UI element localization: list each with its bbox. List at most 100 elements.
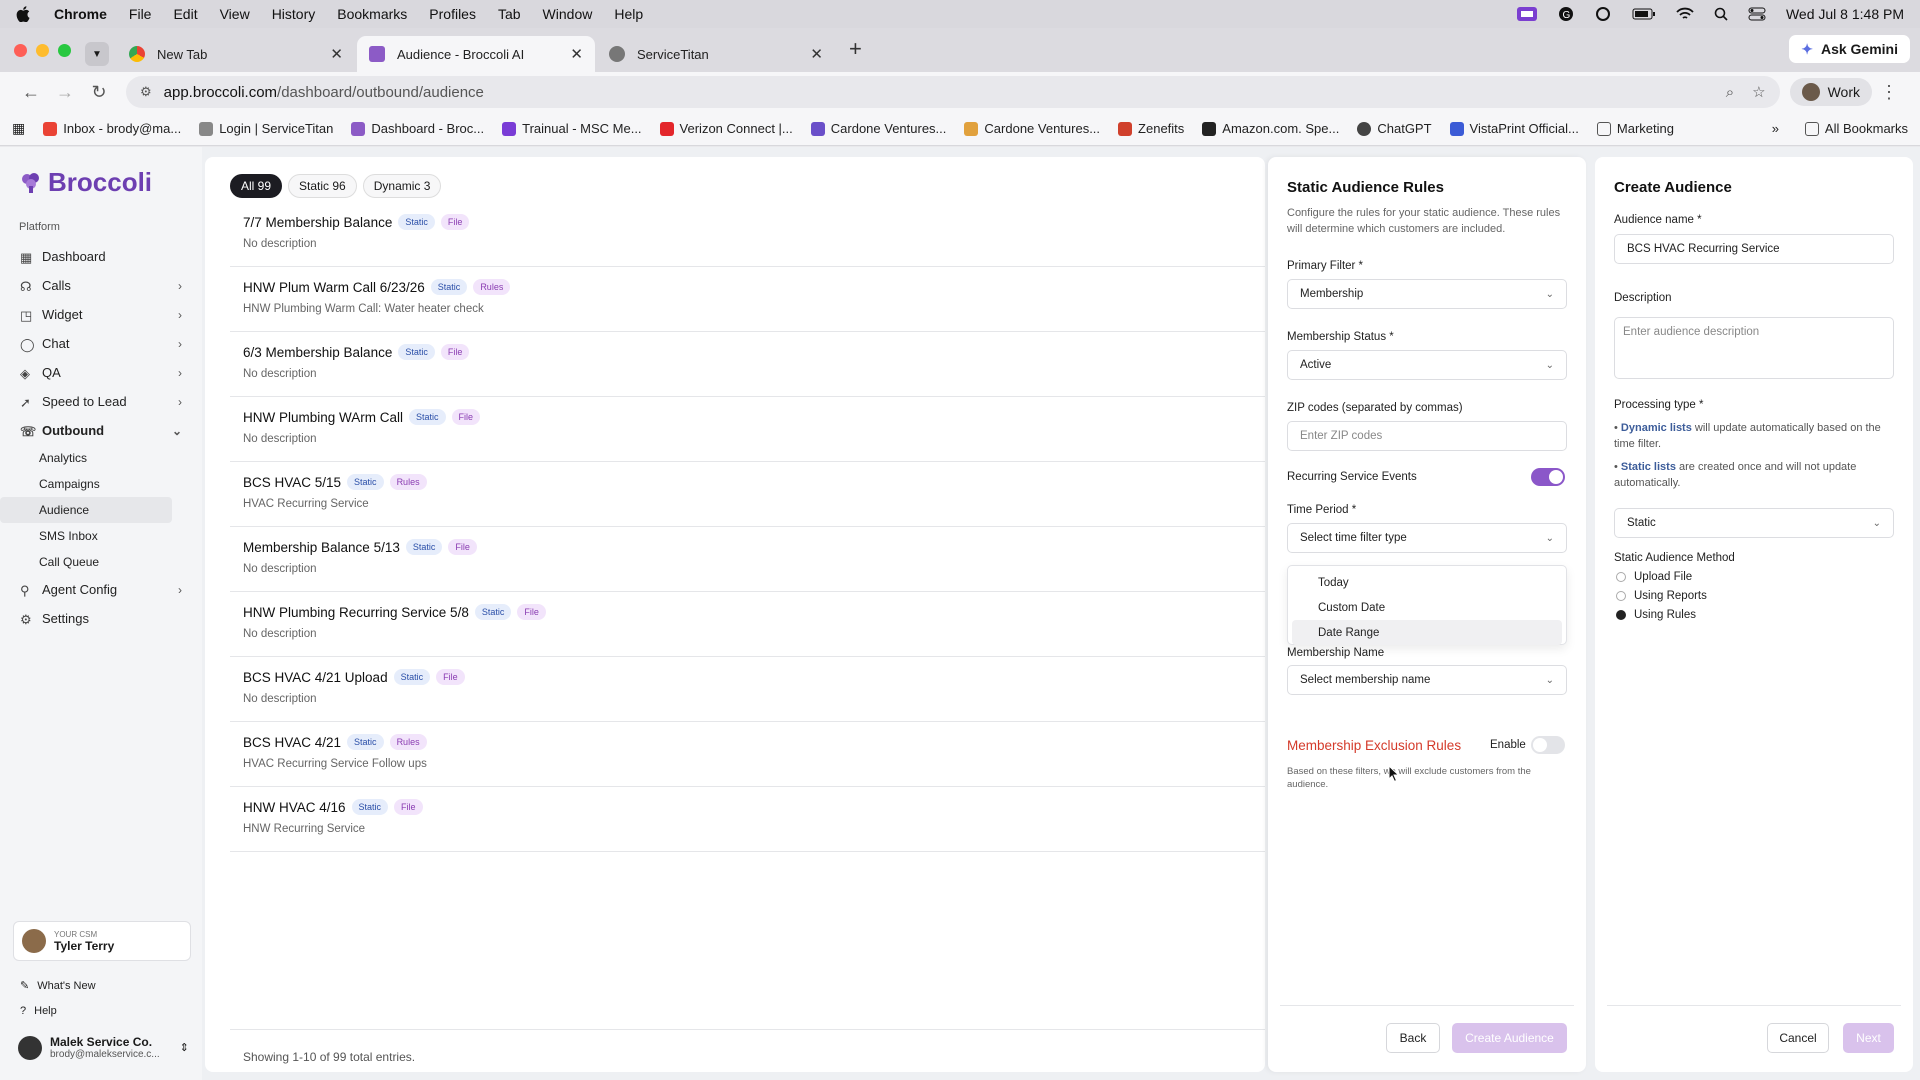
account-switcher[interactable]: Malek Service Co. brody@malekservice.c..… (18, 1035, 189, 1060)
audience-row[interactable]: BCS HVAC 5/15 Static Rules HVAC Recurring S… (230, 462, 1265, 527)
audience-name-input[interactable]: BCS HVAC Recurring Service (1614, 234, 1894, 264)
menu-bookmarks[interactable]: Bookmarks (337, 6, 407, 22)
reload-icon[interactable]: ↻ (82, 82, 116, 103)
menu-edit[interactable]: Edit (173, 6, 197, 22)
close-window-button[interactable] (14, 44, 27, 57)
exclusion-enable-toggle[interactable] (1531, 736, 1565, 754)
audience-row[interactable]: HNW HVAC 4/16 Static File HNW Recurring Ser… (230, 787, 1265, 852)
bookmark-star-icon[interactable]: ☆ (1752, 83, 1765, 101)
filter-all[interactable]: All 99 (230, 174, 283, 198)
audience-name[interactable]: HNW HVAC 4/16 (243, 800, 346, 815)
sidebar-subitem-analytics[interactable]: Analytics (0, 445, 202, 471)
menu-tab[interactable]: Tab (498, 6, 521, 22)
processing-type-select[interactable]: Static ⌄ (1614, 508, 1894, 538)
primary-filter-select[interactable]: Membership ⌄ (1287, 279, 1567, 309)
bookmark-item[interactable]: Inbox - brody@ma... (43, 121, 181, 136)
profile-button[interactable]: Work (1789, 78, 1872, 106)
audience-row[interactable]: BCS HVAC 4/21 Static Rules HVAC Recurring S… (230, 722, 1265, 787)
audience-row[interactable]: Membership Balance 5/13 Static File No desc… (230, 527, 1265, 592)
zoom-icon[interactable]: ⌕ (1726, 84, 1734, 101)
more-menu-icon[interactable]: ⋮ (1872, 82, 1906, 103)
help-link[interactable]: ? Help (20, 1005, 57, 1017)
audience-row[interactable]: HNW Plumbing Recurring Service 5/8 Static… (230, 592, 1265, 657)
sidebar-item-outbound[interactable]: ☏ Outbound ⌄ (0, 416, 202, 445)
tab-new-tab[interactable]: New Tab ✕ (117, 36, 355, 72)
sidebar-item-widget[interactable]: ◳ Widget › (0, 300, 202, 329)
csm-card[interactable]: YOUR CSM Tyler Terry (13, 921, 191, 961)
screen-share-icon[interactable] (1516, 6, 1538, 22)
radio-using-rules[interactable]: Using Rules (1616, 609, 1696, 621)
audience-row[interactable]: HNW Plumbing WArm Call Static File No descr… (230, 397, 1265, 462)
broccoli-logo[interactable]: Broccoli (20, 167, 152, 198)
grammarly-icon[interactable]: G (1558, 6, 1574, 22)
audience-row[interactable]: 6/3 Membership Balance Static File No descr… (230, 332, 1265, 397)
bookmark-item[interactable]: Zenefits (1118, 121, 1184, 136)
tab-search-button[interactable]: ▼ (85, 42, 109, 66)
sidebar-item-calls[interactable]: ☊ Calls › (0, 271, 202, 300)
audience-row[interactable]: HNW Plum Warm Call 6/23/26 Static Rules HNW… (230, 267, 1265, 332)
filter-static[interactable]: Static 96 (288, 174, 357, 198)
battery-icon[interactable] (1632, 8, 1656, 20)
wifi-icon[interactable] (1676, 7, 1694, 21)
tab-servicetitan[interactable]: ServiceTitan ✕ (597, 36, 835, 72)
recurring-events-toggle[interactable] (1531, 468, 1565, 486)
sidebar-item-chat[interactable]: ◯ Chat › (0, 329, 202, 358)
menu-window[interactable]: Window (543, 6, 593, 22)
menu-help[interactable]: Help (614, 6, 643, 22)
audience-name[interactable]: HNW Plumbing WArm Call (243, 410, 403, 425)
sidebar-subitem-sms-inbox[interactable]: SMS Inbox (0, 523, 202, 549)
zip-codes-input[interactable]: Enter ZIP codes (1287, 421, 1567, 451)
menu-history[interactable]: History (272, 6, 316, 22)
bookmark-folder[interactable]: Marketing (1596, 121, 1674, 136)
bookmark-item[interactable]: Cardone Ventures... (810, 121, 946, 136)
control-center-icon[interactable] (1748, 7, 1766, 21)
option-today[interactable]: Today (1292, 570, 1562, 595)
audience-row[interactable]: 7/7 Membership Balance Static File No descr… (230, 202, 1265, 267)
audience-row[interactable]: BCS HVAC 4/21 Upload Static File No descrip… (230, 657, 1265, 722)
audience-name[interactable]: BCS HVAC 4/21 (243, 735, 341, 750)
bookmark-item[interactable]: Login | ServiceTitan (199, 121, 333, 136)
sync-icon[interactable] (1594, 6, 1612, 22)
audience-name[interactable]: 6/3 Membership Balance (243, 345, 392, 360)
cancel-button[interactable]: Cancel (1767, 1023, 1829, 1053)
bookmark-item[interactable]: Trainual - MSC Me... (502, 121, 642, 136)
filter-dynamic[interactable]: Dynamic 3 (362, 174, 442, 198)
sidebar-subitem-campaigns[interactable]: Campaigns (0, 471, 202, 497)
forward-arrow-icon[interactable]: → (48, 82, 82, 103)
option-custom-date[interactable]: Custom Date (1292, 595, 1562, 620)
bookmark-item[interactable]: Cardone Ventures... (964, 121, 1100, 136)
sidebar-item-dashboard[interactable]: ▦ Dashboard (0, 242, 202, 271)
sidebar-subitem-audience[interactable]: Audience (0, 497, 172, 523)
menu-file[interactable]: File (129, 6, 152, 22)
back-arrow-icon[interactable]: ← (14, 82, 48, 103)
description-textarea[interactable]: Enter audience description (1614, 317, 1894, 379)
whats-new-link[interactable]: ✎ What's New (20, 979, 96, 993)
bookmark-item[interactable]: VistaPrint Official... (1449, 121, 1579, 136)
bookmark-item[interactable]: Verizon Connect |... (659, 121, 793, 136)
audience-name[interactable]: 7/7 Membership Balance (243, 215, 392, 230)
close-tab-icon[interactable]: ✕ (810, 45, 823, 63)
menu-view[interactable]: View (220, 6, 250, 22)
sidebar-subitem-call-queue[interactable]: Call Queue (0, 549, 202, 575)
audience-name[interactable]: HNW Plum Warm Call 6/23/26 (243, 280, 425, 295)
zoom-window-button[interactable] (58, 44, 71, 57)
back-button[interactable]: Back (1386, 1023, 1440, 1053)
menubar-clock[interactable]: Wed Jul 8 1:48 PM (1786, 6, 1904, 22)
spotlight-icon[interactable] (1714, 7, 1728, 21)
bookmark-item[interactable]: ChatGPT (1357, 121, 1432, 136)
create-audience-button[interactable]: Create Audience (1452, 1023, 1567, 1053)
site-info-icon[interactable]: ⚙ (140, 84, 152, 100)
radio-using-reports[interactable]: Using Reports (1616, 590, 1707, 602)
ask-gemini-button[interactable]: ✦ Ask Gemini (1789, 35, 1910, 63)
close-tab-icon[interactable]: ✕ (570, 45, 583, 63)
option-date-range[interactable]: Date Range (1292, 620, 1562, 645)
bookmark-item[interactable]: Amazon.com. Spe... (1202, 121, 1339, 136)
audience-name[interactable]: Membership Balance 5/13 (243, 540, 400, 555)
more-bookmarks-icon[interactable]: » (1772, 121, 1779, 136)
sidebar-item-agent-config[interactable]: ⚲ Agent Config › (0, 575, 202, 604)
audience-name[interactable]: BCS HVAC 5/15 (243, 475, 341, 490)
menu-chrome[interactable]: Chrome (54, 6, 107, 22)
menu-profiles[interactable]: Profiles (429, 6, 476, 22)
new-tab-button[interactable]: + (837, 36, 874, 72)
sidebar-item-qa[interactable]: ◈ QA › (0, 358, 202, 387)
